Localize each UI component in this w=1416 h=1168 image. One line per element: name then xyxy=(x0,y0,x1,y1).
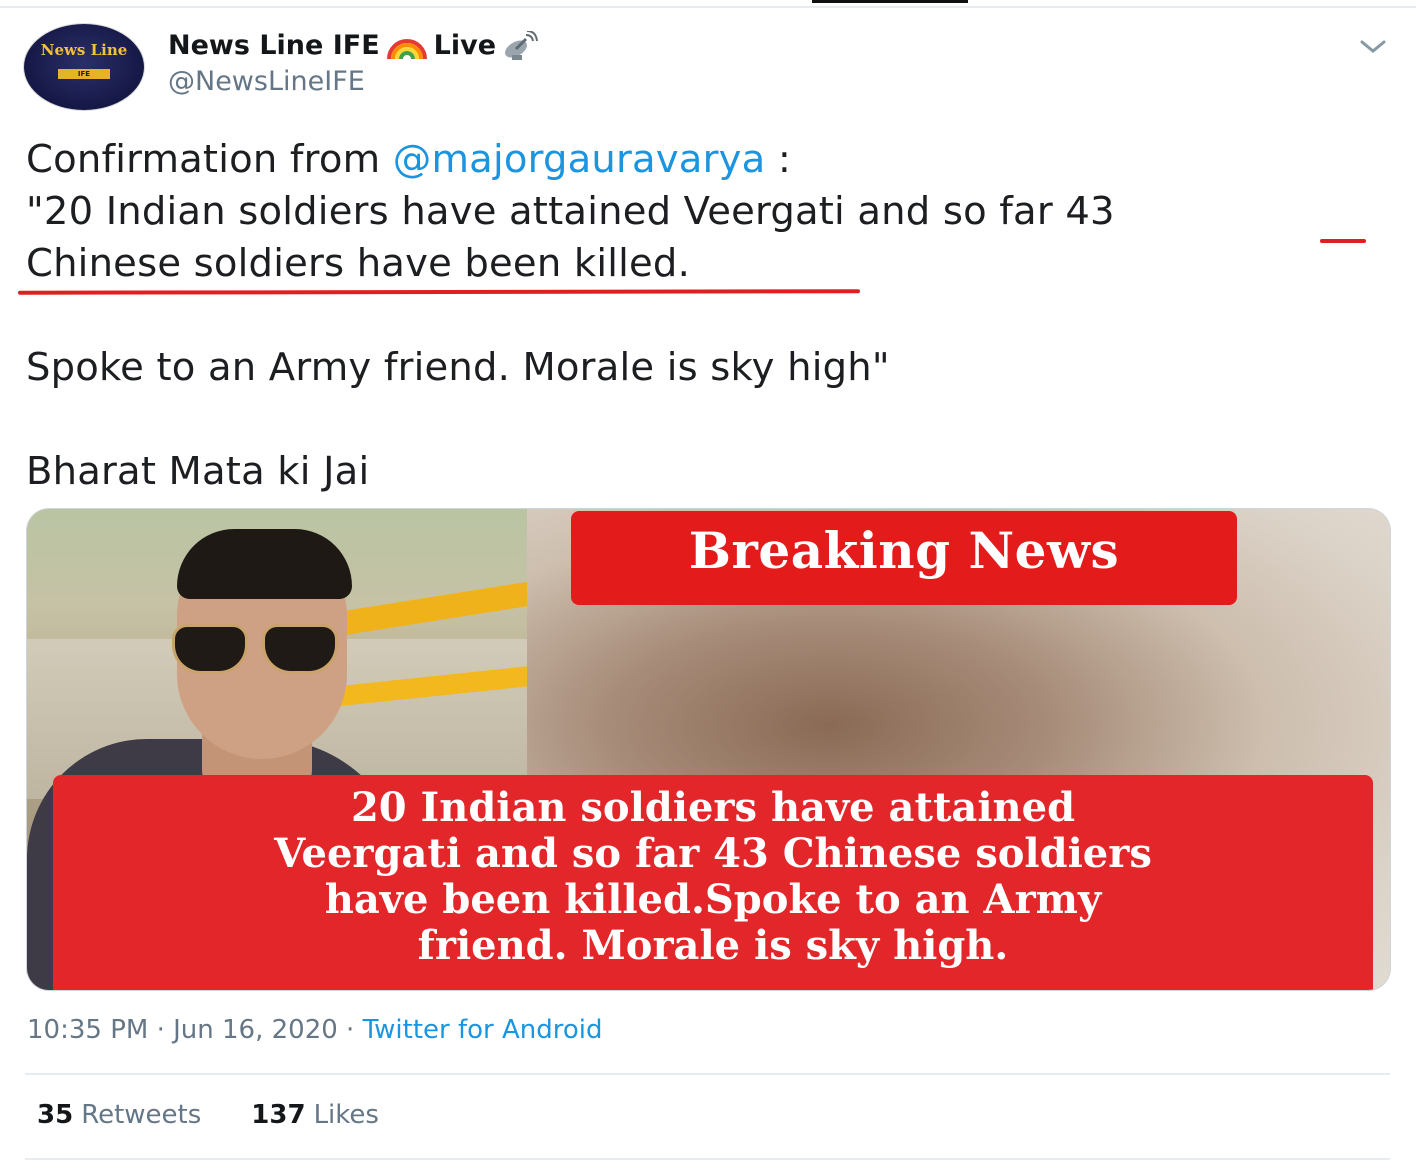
retweets-stat[interactable]: 35 Retweets xyxy=(37,1100,201,1130)
meta-separator: · xyxy=(337,1015,363,1045)
likes-label: Likes xyxy=(313,1100,379,1130)
tweet-line-5: Bharat Mata ki Jai xyxy=(26,449,370,494)
tweet-time[interactable]: 10:35 PM xyxy=(27,1015,148,1045)
tweet-date[interactable]: Jun 16, 2020 xyxy=(173,1015,338,1045)
likes-stat[interactable]: 137 Likes xyxy=(251,1100,379,1130)
display-name-text: News Line IFE xyxy=(168,30,380,61)
tweet-line-blank-2 xyxy=(26,394,1396,446)
tweet-meta: 10:35 PM · Jun 16, 2020 · Twitter for An… xyxy=(27,1015,603,1045)
rainbow-icon xyxy=(386,38,427,59)
media-caption: 20 Indian soldiers have attained Veergat… xyxy=(53,785,1373,969)
tweet-text-suffix: : xyxy=(765,137,792,182)
display-name[interactable]: News Line IFE Live xyxy=(168,30,539,61)
retweets-label: Retweets xyxy=(81,1100,202,1130)
divider xyxy=(25,1158,1390,1160)
avatar-title: News Line xyxy=(40,41,128,59)
user-handle[interactable]: @NewsLineIFE xyxy=(168,66,365,97)
tweet: News Line IFE News Line IFE Live @NewsLi… xyxy=(0,0,1416,1168)
likes-count: 137 xyxy=(251,1100,306,1130)
chevron-down-icon[interactable] xyxy=(1356,34,1390,58)
tweet-stats: 35 Retweets 137 Likes xyxy=(37,1100,379,1130)
media-caption-line: Veergati and so far 43 Chinese soldiers xyxy=(274,830,1152,877)
top-notch xyxy=(812,0,968,3)
tweet-text-prefix: Confirmation from xyxy=(26,137,393,182)
sunglasses-right-lens xyxy=(265,627,335,671)
satellite-antenna-icon xyxy=(505,30,539,60)
red-underline-annotation-43 xyxy=(1320,239,1366,243)
media-caption-line: have been killed.Spoke to an Army xyxy=(324,876,1102,923)
avatar-bar: IFE xyxy=(58,69,110,79)
divider xyxy=(25,1073,1390,1075)
tweet-text: Confirmation from @majorgauravarya : "20… xyxy=(26,134,1396,498)
top-divider xyxy=(0,6,1416,8)
tweet-line-3: Chinese soldiers have been killed. xyxy=(26,241,691,286)
tweet-line-2: "20 Indian soldiers have attained Veerga… xyxy=(26,189,1115,234)
live-label: Live xyxy=(433,30,497,61)
photo-hair xyxy=(177,529,352,599)
tweet-line-4: Spoke to an Army friend. Morale is sky h… xyxy=(26,345,890,390)
mention-link[interactable]: @majorgauravarya xyxy=(393,137,766,182)
media-caption-line: 20 Indian soldiers have attained xyxy=(350,784,1076,831)
sunglasses-left-lens xyxy=(175,627,245,671)
tweet-media-image[interactable]: Breaking News 20 Indian soldiers have at… xyxy=(27,509,1390,990)
tweet-source-link[interactable]: Twitter for Android xyxy=(363,1015,603,1045)
meta-separator: · xyxy=(148,1015,174,1045)
tweet-line-1: Confirmation from @majorgauravarya : xyxy=(26,134,1396,186)
media-caption-line: friend. Morale is sky high. xyxy=(417,922,1009,969)
retweets-count: 35 xyxy=(37,1100,74,1130)
breaking-news-text: Breaking News xyxy=(688,521,1120,580)
avatar[interactable]: News Line IFE xyxy=(24,24,144,110)
